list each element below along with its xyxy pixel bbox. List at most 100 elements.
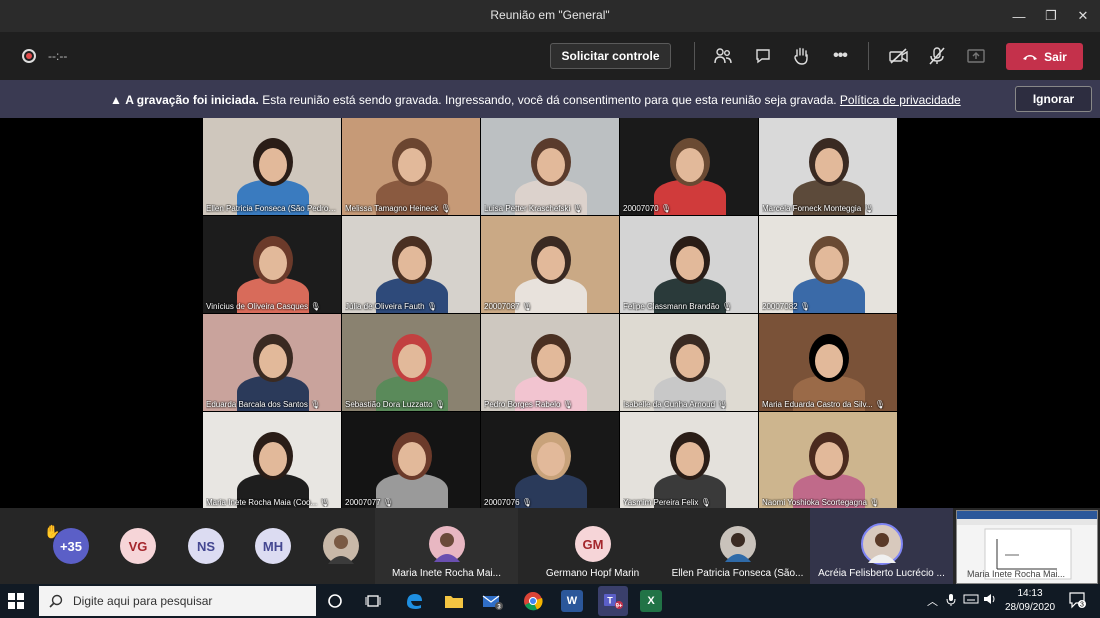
video-tile[interactable]: Isabelle da Cunha Arnoud 🎙 bbox=[620, 314, 758, 411]
close-button[interactable]: ✕ bbox=[1066, 0, 1100, 32]
participant-name-label: 20007070 🎙 bbox=[623, 204, 671, 213]
participant-name-label: Sebastião Dora Luzzatto 🎙 bbox=[345, 400, 445, 409]
participant-face bbox=[398, 148, 426, 182]
tray-mic-icon[interactable] bbox=[946, 593, 956, 610]
raise-hand-icon[interactable] bbox=[788, 44, 814, 68]
video-tile[interactable]: 20007070 🎙 bbox=[620, 118, 758, 215]
toolbar-divider bbox=[694, 42, 695, 70]
video-tile[interactable]: Maria Inete Rocha Maia (Coo... 🎙 bbox=[203, 412, 341, 509]
participant-avatar-ns[interactable]: NS bbox=[188, 528, 224, 564]
participant-face bbox=[815, 442, 843, 476]
mic-off-icon[interactable] bbox=[924, 44, 950, 68]
taskbar-search-box[interactable]: Digite aqui para pesquisar bbox=[39, 586, 316, 616]
participant-face bbox=[259, 344, 287, 378]
clock-time: 14:13 bbox=[1017, 588, 1043, 599]
privacy-policy-link[interactable]: Política de privacidade bbox=[840, 93, 961, 107]
leave-label: Sair bbox=[1044, 49, 1067, 64]
recording-message: ▲ A gravação foi iniciada. Esta reunião … bbox=[110, 93, 961, 107]
participant-face bbox=[259, 148, 287, 182]
participant-name-label: Ellen Patricia Fonseca (São Pedro... 🎙 bbox=[206, 204, 338, 213]
participant-name-label: Maria Inete Rocha Maia (Coo... 🎙 bbox=[206, 498, 330, 507]
search-icon bbox=[49, 594, 63, 608]
participant-strip: ✋ +35 VG NS MH Maria Inete Rocha Mai... … bbox=[0, 508, 1100, 584]
chat-icon[interactable] bbox=[750, 44, 776, 68]
meeting-toolbar: --:-- Solicitar controle ••• Sair bbox=[0, 32, 1100, 80]
video-tile[interactable]: Ellen Patricia Fonseca (São Pedro... 🎙 bbox=[203, 118, 341, 215]
participant-face bbox=[676, 344, 704, 378]
video-grid: Ellen Patricia Fonseca (São Pedro... 🎙 Me… bbox=[203, 118, 897, 509]
tray-volume-icon[interactable] bbox=[983, 593, 997, 608]
participant-name-label: Isabelle da Cunha Arnoud 🎙 bbox=[623, 400, 728, 409]
video-tile[interactable]: Luisa Petter Kraschefski 🎙 bbox=[481, 118, 619, 215]
taskbar-clock[interactable]: 14:13 28/09/2020 bbox=[1000, 587, 1060, 615]
participant-name: Acréia Felisberto Lucrécio ... bbox=[818, 568, 945, 579]
video-tile[interactable]: Vinícius de Oliveira Casques 🎙 bbox=[203, 216, 341, 313]
video-tile[interactable]: 20007077 🎙 bbox=[342, 412, 480, 509]
recording-banner: ▲ A gravação foi iniciada. Esta reunião … bbox=[0, 80, 1100, 118]
video-tile[interactable]: 20007076 🎙 bbox=[481, 412, 619, 509]
participant-card-speaking[interactable]: Acréia Felisberto Lucrécio ... bbox=[810, 508, 953, 584]
video-tile[interactable]: Maria Eduarda Castro da Silv... 🎙 bbox=[759, 314, 897, 411]
video-tile[interactable]: Pedro Borges Rabelo 🎙 bbox=[481, 314, 619, 411]
video-tile[interactable]: Melissa Tamagno Heineck 🎙 bbox=[342, 118, 480, 215]
overflow-participants-badge[interactable]: +35 bbox=[53, 528, 89, 564]
word-icon[interactable]: W bbox=[561, 590, 583, 612]
leave-button[interactable]: Sair bbox=[1006, 43, 1083, 70]
participant-avatar-mh[interactable]: MH bbox=[255, 528, 291, 564]
participant-name-label: 20007087 🎙 bbox=[484, 302, 532, 311]
mail-icon[interactable]: 3 bbox=[482, 590, 504, 612]
participant-name-label: Vinícius de Oliveira Casques 🎙 bbox=[206, 302, 321, 311]
participant-face bbox=[676, 148, 704, 182]
window-titlebar: Reunião em "General" — ❐ ✕ bbox=[0, 0, 1100, 32]
video-tile[interactable]: Yasmim Pereira Felix 🎙 bbox=[620, 412, 758, 509]
svg-text:9+: 9+ bbox=[616, 604, 623, 610]
task-view-icon[interactable] bbox=[362, 590, 384, 612]
share-screen-icon[interactable] bbox=[963, 44, 989, 68]
file-explorer-icon[interactable] bbox=[443, 590, 465, 612]
more-options-icon[interactable]: ••• bbox=[827, 44, 853, 68]
video-tile[interactable]: Sebastião Dora Luzzatto 🎙 bbox=[342, 314, 480, 411]
tray-chevron-icon[interactable]: ︿ bbox=[927, 593, 938, 609]
restore-button[interactable]: ❐ bbox=[1034, 0, 1068, 32]
participant-face bbox=[537, 442, 565, 476]
notification-count: 3 bbox=[1080, 602, 1084, 609]
participant-card[interactable]: Maria Inete Rocha Mai... bbox=[375, 508, 518, 584]
video-tile[interactable]: Eduarda Barcala dos Santos 🎙 bbox=[203, 314, 341, 411]
svg-text:T: T bbox=[607, 596, 613, 606]
window-title: Reunião em "General" bbox=[490, 8, 610, 22]
notifications-icon[interactable]: 3 bbox=[1068, 591, 1086, 612]
participant-name-label: Pedro Borges Rabelo 🎙 bbox=[484, 400, 573, 409]
video-tile[interactable]: Felipe Classmann Brandão 🎙 bbox=[620, 216, 758, 313]
ignore-button[interactable]: Ignorar bbox=[1015, 86, 1092, 112]
windows-taskbar: Digite aqui para pesquisar 3 W T 9+ X ︿ 1… bbox=[0, 584, 1100, 618]
teams-icon[interactable]: T 9+ bbox=[598, 586, 628, 616]
participant-name-label: Yasmim Pereira Felix 🎙 bbox=[623, 498, 711, 507]
participant-photo bbox=[429, 526, 465, 562]
participant-face bbox=[676, 442, 704, 476]
chrome-icon[interactable] bbox=[522, 590, 544, 612]
participant-card[interactable]: GM Germano Hopf Marin bbox=[520, 508, 665, 584]
request-control-button[interactable]: Solicitar controle bbox=[550, 43, 671, 69]
participant-face bbox=[537, 246, 565, 280]
participants-icon[interactable] bbox=[710, 44, 736, 68]
video-tile[interactable]: Naomi Yoshioka Scortegagna 🎙 bbox=[759, 412, 897, 509]
cortana-icon[interactable] bbox=[324, 590, 346, 612]
participant-name-label: Melissa Tamagno Heineck 🎙 bbox=[345, 204, 451, 213]
camera-off-icon[interactable] bbox=[886, 44, 912, 68]
video-tile[interactable]: Júlia de Oliveira Fauth 🎙 bbox=[342, 216, 480, 313]
excel-icon[interactable]: X bbox=[640, 590, 662, 612]
participant-face bbox=[398, 442, 426, 476]
participant-avatar-vg[interactable]: VG bbox=[120, 528, 156, 564]
windows-start-icon[interactable] bbox=[8, 593, 24, 609]
tray-keyboard-icon[interactable] bbox=[963, 593, 979, 608]
participant-face bbox=[537, 344, 565, 378]
video-tile[interactable]: Marcela Forneck Monteggia 🎙 bbox=[759, 118, 897, 215]
participant-card[interactable]: Ellen Patricia Fonseca (São... bbox=[665, 508, 810, 584]
video-tile[interactable]: 20007087 🎙 bbox=[481, 216, 619, 313]
search-placeholder: Digite aqui para pesquisar bbox=[73, 594, 213, 608]
minimize-button[interactable]: — bbox=[1002, 0, 1036, 32]
self-view-thumbnail[interactable]: Maria Inete Rocha Mai... bbox=[956, 510, 1098, 584]
participant-avatar-photo[interactable] bbox=[323, 528, 359, 564]
edge-browser-icon[interactable] bbox=[403, 590, 425, 612]
video-tile[interactable]: 20007082 🎙 bbox=[759, 216, 897, 313]
